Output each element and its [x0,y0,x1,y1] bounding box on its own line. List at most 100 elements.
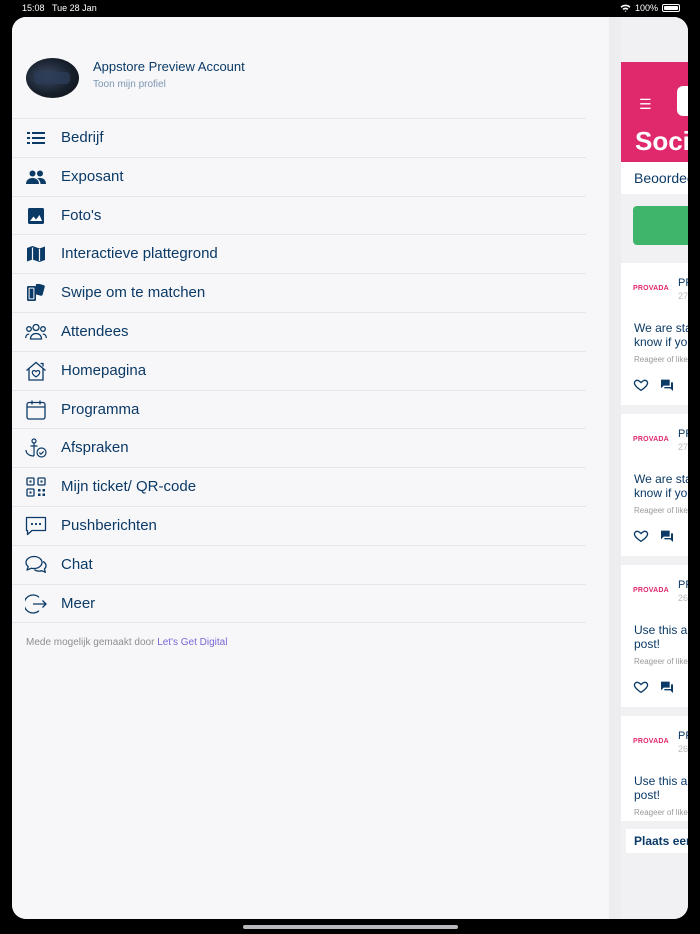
qr-code-icon [25,476,47,498]
attendees-icon [25,321,47,343]
menu-item-label: Exposant [61,167,124,185]
status-bar: 15:08 Tue 28 Jan 100% [0,0,700,17]
post-card[interactable]: PROVADA PR 26 Use this apost! Reageer of… [621,565,688,707]
post-date: 26 [678,744,688,754]
menu-item-fotos[interactable]: Foto's [12,197,586,236]
menu-item-label: Attendees [61,322,129,340]
post-hint: Reageer of like [634,657,688,666]
provada-logo: PROVADA [633,436,669,443]
logo-text: PROVADA [633,738,669,745]
post-text-line: post! [634,788,661,802]
menu-item-afspraken[interactable]: Afspraken [12,429,586,469]
post-card[interactable]: PROVADA PR 26 Use this apost! Reageer of… [621,716,688,821]
menu-item-label: Interactieve plattegrond [61,245,218,263]
menu-item-meer[interactable]: Meer [12,585,586,624]
menu-item-programma[interactable]: Programma [12,391,586,430]
post-author: PR [678,579,688,591]
heart-icon[interactable] [633,679,649,695]
message-icon [25,515,47,537]
logo-text: PROVADA [633,436,669,443]
post-text: We are sta know if yo [634,321,688,349]
post-hint: Reageer of like [634,355,688,364]
post-author: PR [678,428,688,440]
calendar-icon [25,399,47,421]
home-heart-icon [25,360,47,382]
menu-item-label: Swipe om te matchen [61,284,206,302]
post-actions [633,679,675,695]
drawer-menu: Bedrijf Exposant Foto's Interactieve pla… [12,119,586,624]
post-text-line: know if yo [634,486,688,500]
device-screen: ☰ Soci Beoordee PROVADA PR 27 We are sta… [12,17,688,919]
post-text-line: know if yo [634,335,688,349]
provada-logo: PROVADA [633,738,669,745]
menu-item-label: Bedrijf [61,129,104,146]
menu-item-pushberichten[interactable]: Pushberichten [12,507,586,546]
post-text: Use this a post! [634,774,688,802]
menu-item-exposant[interactable]: Exposant [12,158,586,197]
logo-text: PROVADA [633,285,669,292]
post-text: Use this a post! [634,623,688,651]
post-text-line: We are sta [634,472,688,486]
post-date: 27 [678,291,688,301]
hamburger-icon[interactable]: ☰ [639,96,652,113]
bg-green-button[interactable] [633,206,688,245]
post-hint: Reageer of like [634,808,688,817]
chat-icon [25,554,47,576]
home-indicator[interactable] [243,925,458,929]
menu-item-label: Chat [61,555,93,573]
menu-item-label: Meer [61,594,96,612]
post-text-line: We are sta [634,321,688,335]
menu-item-label: Programma [61,400,140,418]
list-icon [25,127,47,149]
battery-icon [662,4,680,12]
post-hint: Reageer of like [634,506,688,515]
menu-item-bedrijf[interactable]: Bedrijf [12,119,586,158]
avatar[interactable] [26,58,79,98]
post-date: 26 [678,593,688,603]
menu-item-attendees[interactable]: Attendees [12,313,586,352]
footer-link[interactable]: Let's Get Digital [157,637,227,648]
menu-item-label: Mijn ticket/ QR-code [61,478,197,496]
profile-name[interactable]: Appstore Preview Account [93,59,245,74]
post-date: 27 [678,442,688,452]
post-text-line: Use this a [634,623,688,637]
menu-item-chat[interactable]: Chat [12,546,586,585]
menu-item-ticket[interactable]: Mijn ticket/ QR-code [12,468,586,507]
status-time: 15:08 [22,3,45,13]
comment-icon[interactable] [659,528,675,544]
search-icon[interactable] [677,86,688,116]
battery-percent: 100% [634,3,658,13]
anchor-icon [25,437,47,459]
comment-icon[interactable] [659,377,675,393]
image-icon [25,205,47,227]
background-app[interactable]: ☰ Soci Beoordee PROVADA PR 27 We are sta… [621,17,688,919]
menu-item-label: Pushberichten [61,516,157,534]
swipe-icon [25,282,47,304]
post-author: PR [678,277,688,289]
side-drawer: Appstore Preview Account Toon mijn profi… [12,17,609,919]
post-text: We are sta know if yo [634,472,688,500]
wifi-icon [620,4,631,12]
comment-icon[interactable] [659,679,675,695]
logout-icon [25,593,47,615]
post-card[interactable]: PROVADA PR 27 We are staknow if yo Reage… [621,263,688,405]
view-profile-link[interactable]: Toon mijn profiel [93,79,166,90]
post-text-line: post! [634,637,661,651]
menu-item-label: Afspraken [61,439,129,457]
post-actions [633,377,675,393]
heart-icon[interactable] [633,377,649,393]
heart-icon[interactable] [633,528,649,544]
menu-item-label: Homepagina [61,361,147,379]
menu-item-label: Foto's [61,206,102,224]
menu-item-plattegrond[interactable]: Interactieve plattegrond [12,235,586,275]
bg-rating-row[interactable]: Beoordee [621,162,688,194]
status-date: Tue 28 Jan [52,3,97,13]
menu-item-swipe[interactable]: Swipe om te matchen [12,274,586,313]
menu-item-homepagina[interactable]: Homepagina [12,352,586,391]
post-card[interactable]: PROVADA PR 27 We are staknow if yo Reage… [621,414,688,556]
place-post-button[interactable]: Plaats een [626,829,688,853]
powered-by-footer: Mede mogelijk gemaakt door Let's Get Dig… [26,637,227,648]
map-icon [25,243,47,265]
footer-text: Mede mogelijk gemaakt door [26,637,155,648]
post-author: PR [678,730,688,742]
